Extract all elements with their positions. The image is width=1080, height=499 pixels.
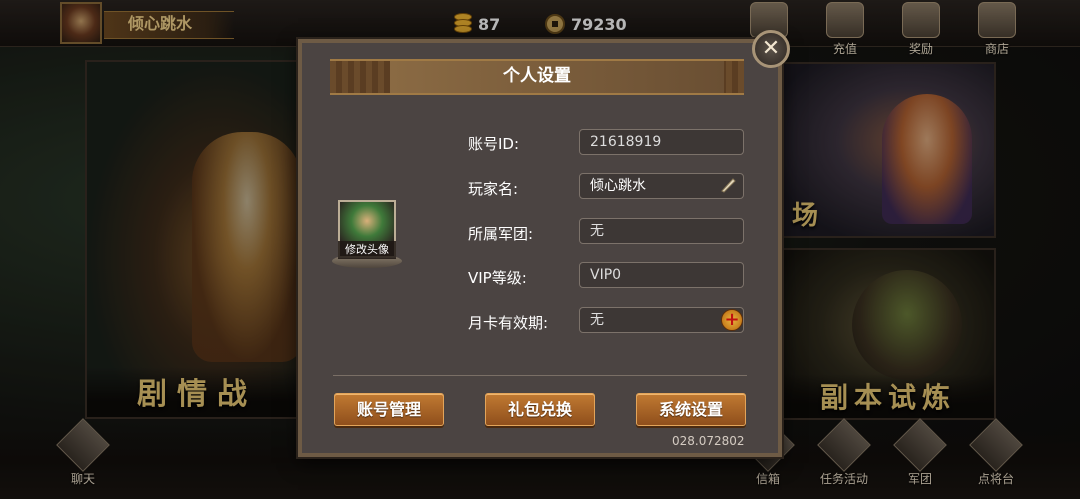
player-name-label: 玩家名:: [468, 180, 519, 198]
dialog-divider: [333, 375, 747, 376]
buy-monthly-card-button[interactable]: +: [721, 309, 743, 331]
monthly-card-field: 无: [579, 307, 744, 333]
legion-field-label: 所属军团:: [468, 225, 534, 243]
close-button[interactable]: ✕: [752, 30, 790, 68]
plus-icon: +: [724, 309, 740, 330]
version-number: 028.072802: [672, 434, 745, 448]
legion-field: 无: [579, 218, 744, 244]
close-icon: ✕: [761, 36, 781, 61]
vip-level-label: VIP等级:: [468, 269, 527, 287]
account-manage-button[interactable]: 账号管理: [334, 393, 444, 426]
player-name-field[interactable]: 倾心跳水: [579, 173, 744, 199]
monthly-card-label: 月卡有效期:: [468, 314, 549, 332]
gift-redeem-button[interactable]: 礼包兑换: [485, 393, 595, 426]
edit-pen-icon[interactable]: [719, 176, 737, 194]
change-avatar-label: 修改头像: [338, 241, 396, 259]
system-settings-button[interactable]: 系统设置: [636, 393, 746, 426]
vip-level-field: VIP0: [579, 262, 744, 288]
dialog-title: 个人设置: [503, 66, 571, 86]
account-id-label: 账号ID:: [468, 135, 520, 153]
player-name-value: 倾心跳水: [590, 178, 646, 194]
account-id-field: 21618919: [579, 129, 744, 155]
